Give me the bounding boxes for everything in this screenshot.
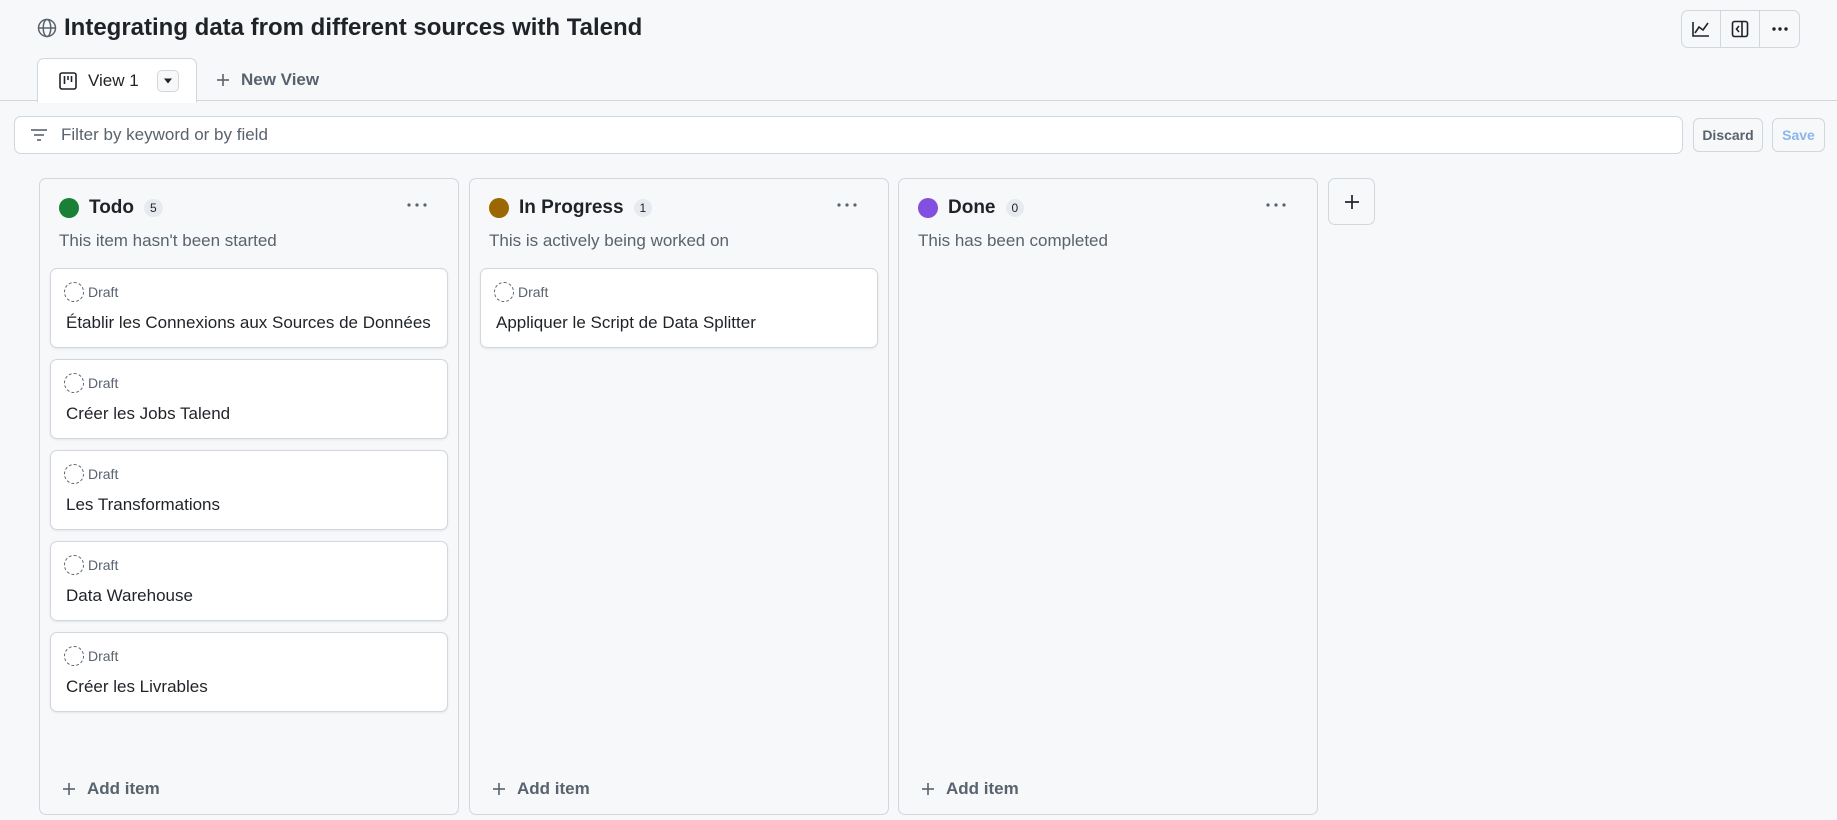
item-card[interactable]: Draft Data Warehouse <box>50 541 448 621</box>
card-title[interactable]: Data Warehouse <box>66 586 193 606</box>
item-card[interactable]: Draft Créer les Jobs Talend <box>50 359 448 439</box>
draft-status: Draft <box>64 282 118 302</box>
header-actions <box>1681 10 1800 48</box>
new-view-button[interactable]: New View <box>197 57 319 102</box>
draft-label: Draft <box>88 557 119 573</box>
add-item-button[interactable]: Add item <box>61 779 160 799</box>
card-list: Draft Établir les Connexions aux Sources… <box>50 268 448 723</box>
card-list: Draft Appliquer le Script de Data Splitt… <box>480 268 878 359</box>
draft-status: Draft <box>64 555 118 575</box>
view-options-button[interactable] <box>156 69 179 92</box>
column-done: Done 0 This has been completed Add item <box>898 178 1318 815</box>
add-item-button[interactable]: Add item <box>491 779 590 799</box>
insights-button[interactable] <box>1682 11 1721 47</box>
graph-icon <box>1692 22 1709 37</box>
draft-label: Draft <box>518 284 549 300</box>
draft-status: Draft <box>494 282 548 302</box>
draft-issue-icon <box>494 282 514 302</box>
status-dot-icon <box>59 198 79 218</box>
add-item-label: Add item <box>87 779 160 798</box>
column-header: In Progress 1 <box>489 197 653 219</box>
new-view-label: New View <box>241 69 320 89</box>
column-menu-button[interactable] <box>832 195 862 215</box>
card-title[interactable]: Créer les Jobs Talend <box>66 404 230 424</box>
triangle-down-icon <box>163 78 172 83</box>
column-title: In Progress <box>519 197 624 218</box>
filter-bar <box>14 116 1683 154</box>
draft-status: Draft <box>64 646 118 666</box>
status-dot-icon <box>489 198 509 218</box>
more-options-button[interactable] <box>1760 11 1799 47</box>
item-card[interactable]: Draft Créer les Livrables <box>50 632 448 712</box>
draft-label: Draft <box>88 375 119 391</box>
status-dot-icon <box>918 198 938 218</box>
filter-icon <box>31 129 47 141</box>
side-panel-button[interactable] <box>1721 11 1760 47</box>
sidebar-expand-icon <box>1731 20 1749 38</box>
column-title: Todo <box>89 197 135 218</box>
card-title[interactable]: Les Transformations <box>66 495 220 515</box>
item-count-badge: 0 <box>1005 199 1025 217</box>
draft-label: Draft <box>88 648 119 664</box>
card-title[interactable]: Appliquer le Script de Data Splitter <box>496 313 756 333</box>
plus-icon <box>493 783 505 795</box>
draft-issue-icon <box>64 464 84 484</box>
kebab-horizontal-icon <box>407 203 427 207</box>
draft-issue-icon <box>64 646 84 666</box>
tab-label: View 1 <box>88 70 139 90</box>
column-todo: Todo 5 This item hasn't been started Dra… <box>39 178 459 815</box>
kebab-horizontal-icon <box>1771 27 1788 31</box>
plus-icon <box>217 73 229 86</box>
filter-input[interactable] <box>61 125 1621 145</box>
board-icon <box>59 71 77 90</box>
column-header: Done 0 <box>918 197 1025 219</box>
discard-button[interactable]: Discard <box>1693 118 1763 152</box>
column-description: This item hasn't been started <box>59 231 277 250</box>
kebab-horizontal-icon <box>837 203 857 207</box>
page-title: Integrating data from different sources … <box>64 14 643 41</box>
draft-status: Draft <box>64 464 118 484</box>
globe-icon <box>37 18 57 38</box>
column-description: This is actively being worked on <box>489 231 730 250</box>
item-card[interactable]: Draft Appliquer le Script de Data Splitt… <box>480 268 878 348</box>
plus-icon <box>1344 194 1359 209</box>
project-header: Integrating data from different sources … <box>0 0 1837 103</box>
card-title[interactable]: Créer les Livrables <box>66 677 208 697</box>
draft-label: Draft <box>88 284 119 300</box>
add-item-label: Add item <box>946 779 1019 798</box>
card-title[interactable]: Établir les Connexions aux Sources de Do… <box>66 313 431 333</box>
item-count-badge: 1 <box>633 199 653 217</box>
add-column-button[interactable] <box>1328 178 1375 225</box>
draft-issue-icon <box>64 282 84 302</box>
column-header: Todo 5 <box>59 197 163 219</box>
draft-issue-icon <box>64 373 84 393</box>
tab-view-1[interactable]: View 1 <box>37 58 197 103</box>
kebab-horizontal-icon <box>1266 203 1286 207</box>
item-card[interactable]: Draft Établir les Connexions aux Sources… <box>50 268 448 348</box>
column-menu-button[interactable] <box>402 195 432 215</box>
add-item-button[interactable]: Add item <box>920 779 1019 799</box>
add-item-label: Add item <box>517 779 590 798</box>
draft-label: Draft <box>88 466 119 482</box>
title-row: Integrating data from different sources … <box>36 14 642 42</box>
column-in-progress: In Progress 1 This is actively being wor… <box>469 178 889 815</box>
plus-icon <box>922 783 934 795</box>
item-count-badge: 5 <box>144 199 163 217</box>
column-description: This has been completed <box>918 231 1108 250</box>
item-card[interactable]: Draft Les Transformations <box>50 450 448 530</box>
save-button[interactable]: Save <box>1772 118 1825 152</box>
draft-issue-icon <box>64 555 84 575</box>
view-tabs: View 1 New View <box>37 57 319 103</box>
column-menu-button[interactable] <box>1261 195 1291 215</box>
plus-icon <box>63 783 75 795</box>
draft-status: Draft <box>64 373 118 393</box>
column-title: Done <box>948 197 996 218</box>
